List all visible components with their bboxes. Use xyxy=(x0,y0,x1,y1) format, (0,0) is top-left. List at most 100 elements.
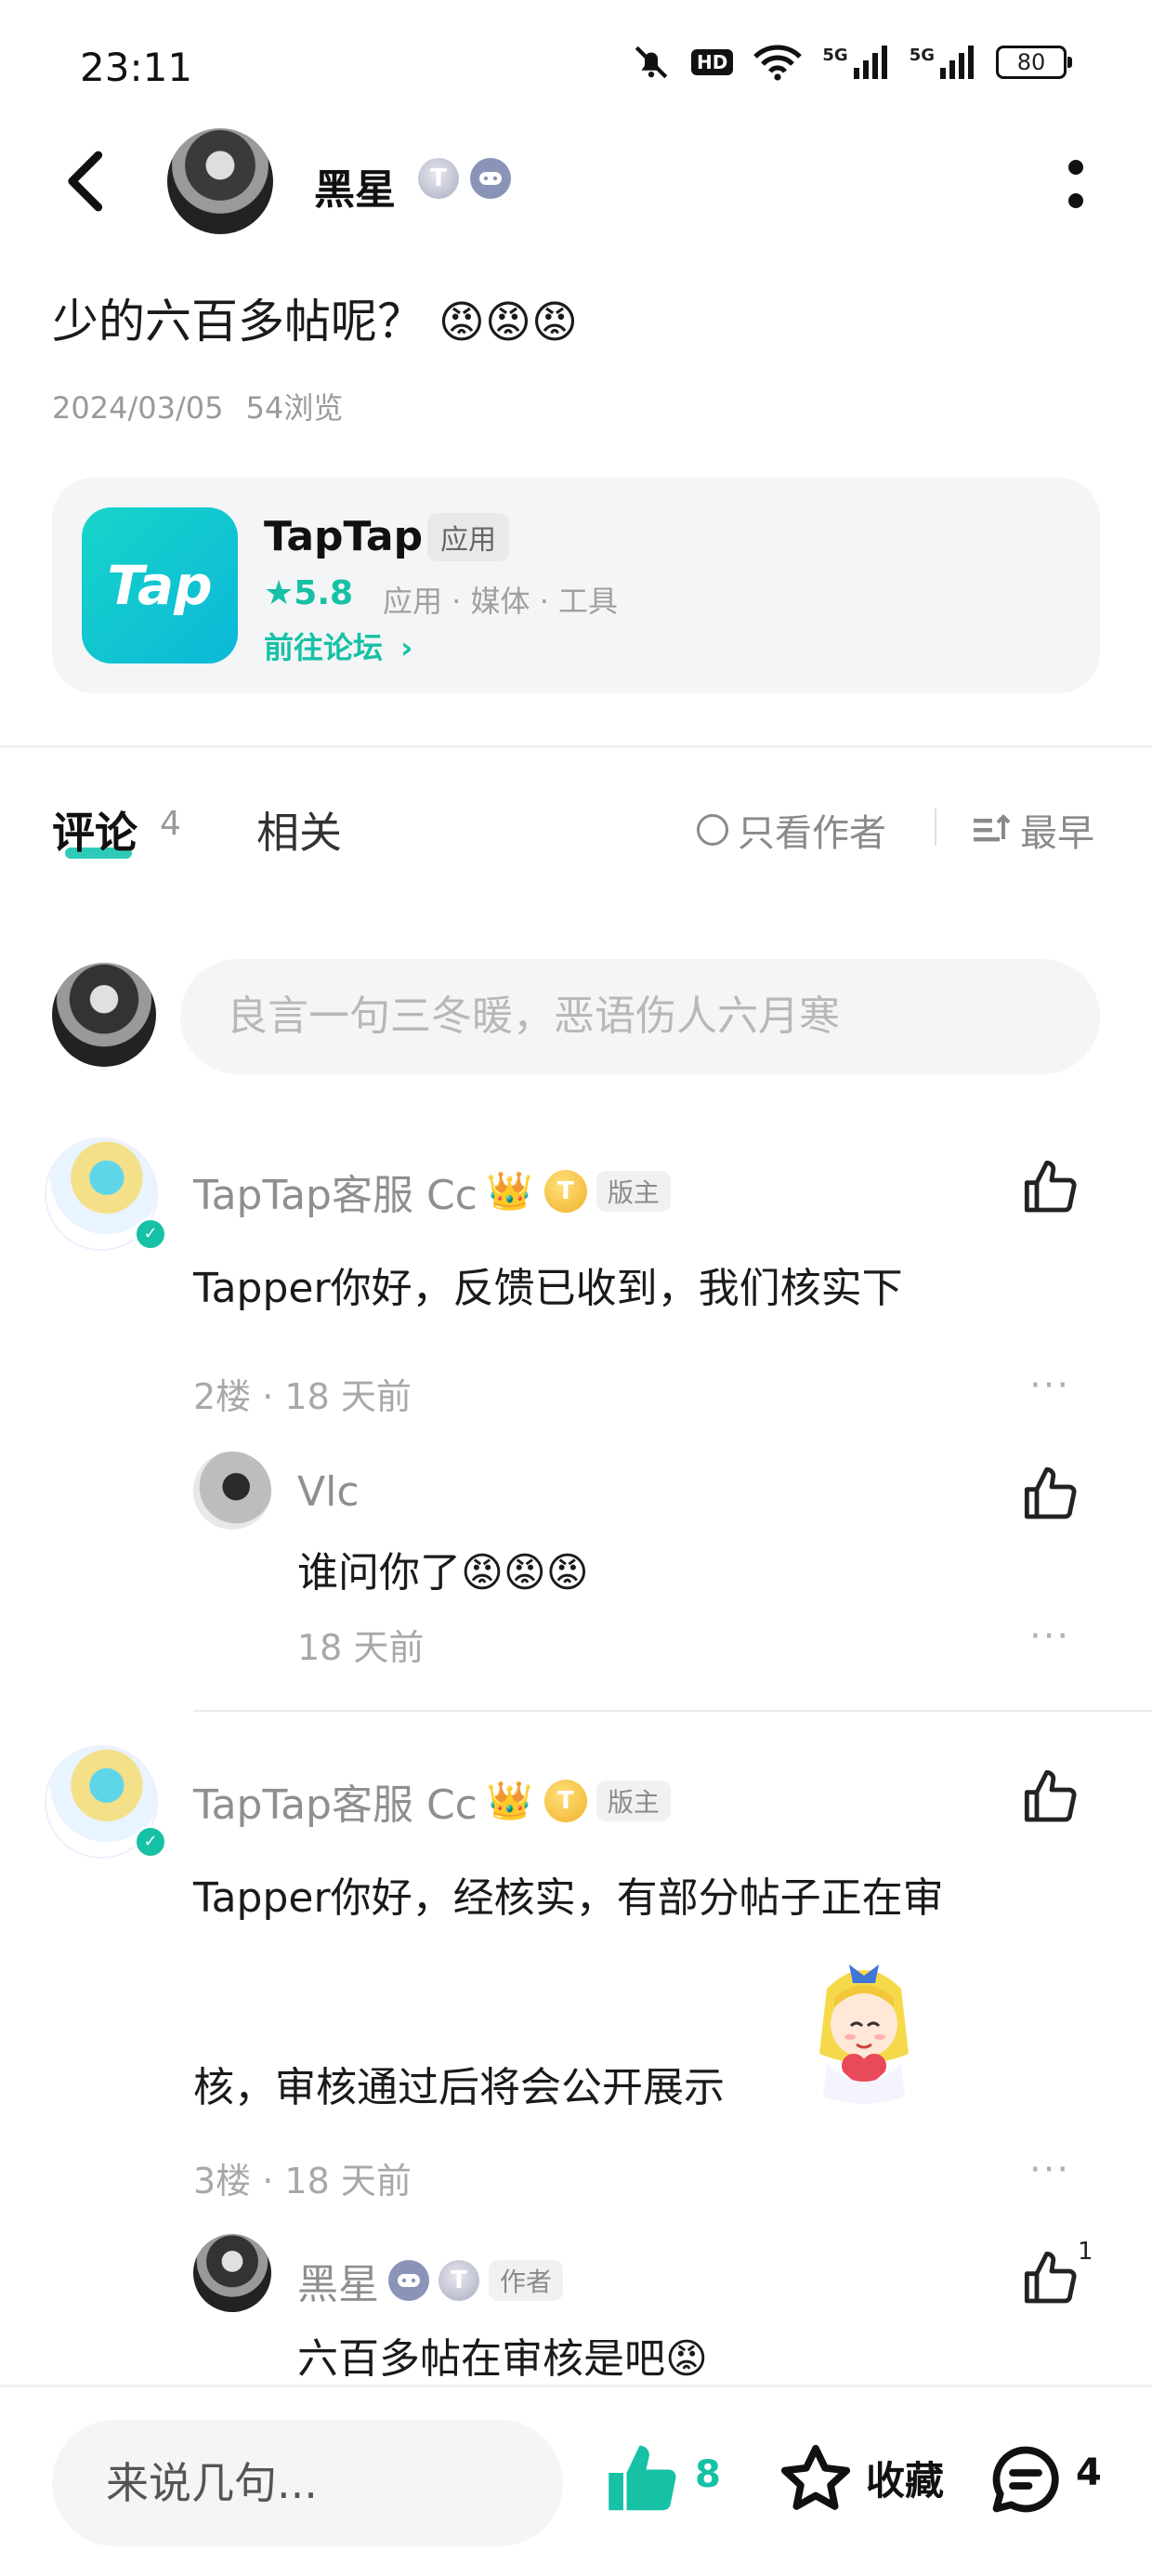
comment-text-line-2: 核，审核通过后将会公开展示 xyxy=(193,2064,725,2111)
signal-icon-2: 5G xyxy=(910,46,975,79)
more-options-icon[interactable] xyxy=(1067,156,1085,212)
reply-text-body: 六百多帖在审核是吧 xyxy=(297,2335,665,2383)
network-label-1: 5G xyxy=(822,46,848,65)
taptap-app-icon[interactable]: Tap xyxy=(82,507,238,664)
reply-name[interactable]: Vlc xyxy=(297,1468,360,1516)
comment-count: 4 xyxy=(1076,2451,1102,2494)
level-badge-icon: T xyxy=(418,158,459,199)
author-name[interactable]: 黑星 xyxy=(314,156,396,216)
bottom-divider xyxy=(0,2385,1152,2387)
comment-text-line-1: Tapper你好，经核实，有部分帖子正在审 xyxy=(193,1874,944,1922)
commenter-name[interactable]: TapTap客服 Cc xyxy=(193,1162,478,1221)
comment-tabs: 评论 4 相关 只看作者 最早 xyxy=(52,799,1100,864)
comment-text: Tapper你好，反馈已收到，我们核实下 xyxy=(193,1265,903,1312)
crown-icon: 👑 xyxy=(486,1780,533,1822)
app-name: TapTap xyxy=(264,513,424,560)
thumbs-up-icon[interactable] xyxy=(1022,1768,1081,1827)
reply-meta: 18 天前 xyxy=(297,1627,425,1668)
verified-icon: ✓ xyxy=(134,1217,167,1251)
angry-emoji-icon: 😡😡😡 xyxy=(438,296,579,348)
rating-value: 5.8 xyxy=(294,574,354,612)
my-avatar xyxy=(52,963,156,1067)
thumbs-up-icon[interactable] xyxy=(1022,1158,1081,1217)
radio-circle-icon xyxy=(697,814,728,846)
status-icons: HD 5G 5G 80 xyxy=(632,43,1072,82)
moderator-tag: 版主 xyxy=(596,1171,671,1212)
reply-header: 黑星 T 作者 xyxy=(297,2251,564,2310)
battery-icon: 80 xyxy=(996,46,1072,79)
comment-meta: 3楼 · 18 天前 xyxy=(193,2161,412,2201)
tab-related[interactable]: 相关 xyxy=(256,799,342,861)
gold-level-badge-icon: T xyxy=(543,1780,587,1822)
bottom-action-bar: 来说几句... 8 收藏 4 xyxy=(0,2388,1152,2576)
reply-text: 谁问你了😡😡😡 xyxy=(297,1539,589,1598)
comment-header: TapTap客服 Cc 👑 T 版主 xyxy=(193,1162,671,1221)
crown-icon: 👑 xyxy=(486,1170,533,1213)
gamepad-badge-icon xyxy=(388,2260,429,2301)
author-tag: 作者 xyxy=(489,2260,564,2301)
go-to-forum-link[interactable]: 前往论坛 › xyxy=(264,624,412,667)
network-label-2: 5G xyxy=(909,46,935,65)
reply-more-icon[interactable]: ··· xyxy=(1029,1615,1070,1658)
hd-icon: HD xyxy=(691,49,734,75)
comment-more-icon[interactable]: ··· xyxy=(1029,2149,1070,2191)
moderator-tag: 版主 xyxy=(596,1781,671,1821)
reply-avatar[interactable] xyxy=(193,1452,271,1530)
sort-button[interactable]: 最早 xyxy=(974,803,1094,857)
comment-meta: 2楼 · 18 天前 xyxy=(193,1376,412,1417)
cartoon-girl-sticker-icon xyxy=(819,1965,909,2104)
post-title: 少的六百多帖呢？ 😡😡😡 xyxy=(52,284,578,351)
app-categories: 应用 · 媒体 · 工具 xyxy=(383,584,619,619)
reply-text-body: 谁问你了 xyxy=(297,1549,461,1597)
tab-comments[interactable]: 评论 xyxy=(52,799,137,861)
level-badge-icon: T xyxy=(439,2260,479,2301)
sort-icon xyxy=(974,814,1011,842)
favorite-label[interactable]: 收藏 xyxy=(866,2450,944,2506)
like-filled-icon[interactable] xyxy=(604,2440,682,2518)
back-arrow-icon[interactable] xyxy=(56,149,111,214)
author-avatar[interactable] xyxy=(167,128,273,234)
status-bar: 23:11 HD 5G 5G 80 xyxy=(0,0,1152,130)
angry-emoji-icon: 😡😡😡 xyxy=(461,1549,589,1597)
app-card[interactable]: Tap TapTap 应用 ★5.8 应用 · 媒体 · 工具 前往论坛 › xyxy=(52,478,1100,693)
reply-like-count: 1 xyxy=(1078,2238,1093,2266)
section-divider xyxy=(0,745,1152,748)
post-header: 黑星 T xyxy=(0,121,1152,242)
post-views: 54浏览 xyxy=(245,390,344,426)
thumbs-up-icon[interactable] xyxy=(1022,1465,1081,1524)
only-author-label: 只看作者 xyxy=(738,812,886,855)
verified-icon: ✓ xyxy=(134,1825,167,1859)
status-time: 23:11 xyxy=(80,45,193,90)
only-author-toggle[interactable]: 只看作者 xyxy=(697,803,886,857)
like-count: 8 xyxy=(695,2453,721,2496)
comment-input[interactable]: 良言一句三冬暖，恶语伤人六月寒 xyxy=(180,959,1100,1074)
comment-divider xyxy=(193,1710,1152,1712)
signal-icon-1: 5G xyxy=(822,46,888,79)
chevron-right-icon: › xyxy=(400,630,413,665)
thumbs-up-icon[interactable] xyxy=(1022,2249,1081,2308)
angry-emoji-icon: 😡 xyxy=(665,2335,708,2383)
quick-comment-input[interactable]: 来说几句... xyxy=(52,2420,563,2546)
reply-avatar[interactable] xyxy=(193,2234,271,2312)
mute-bell-icon xyxy=(635,46,668,79)
gold-level-badge-icon: T xyxy=(543,1170,587,1213)
comment-more-icon[interactable]: ··· xyxy=(1029,1364,1070,1407)
wifi-icon xyxy=(753,45,803,81)
app-rating: ★5.8 xyxy=(264,574,353,612)
forum-link-label: 前往论坛 xyxy=(264,630,384,665)
post-title-text: 少的六百多帖呢？ xyxy=(52,295,424,348)
comment-bubble-icon[interactable] xyxy=(987,2440,1065,2518)
reply-name[interactable]: 黑星 xyxy=(297,2251,379,2310)
post-date: 2024/03/05 xyxy=(52,390,224,426)
tab-separator xyxy=(935,808,936,846)
comments-count: 4 xyxy=(160,805,181,843)
sort-label: 最早 xyxy=(1020,812,1094,855)
gamepad-badge-icon xyxy=(470,158,511,199)
comment-header: TapTap客服 Cc 👑 T 版主 xyxy=(193,1771,671,1831)
post-meta: 2024/03/05 54浏览 xyxy=(52,385,343,427)
app-type-tag: 应用 xyxy=(427,513,509,561)
commenter-name[interactable]: TapTap客服 Cc xyxy=(193,1771,478,1831)
star-outline-icon[interactable] xyxy=(777,2440,855,2518)
star-icon: ★ xyxy=(264,574,295,612)
reply-text: 六百多帖在审核是吧😡 xyxy=(297,2325,708,2385)
